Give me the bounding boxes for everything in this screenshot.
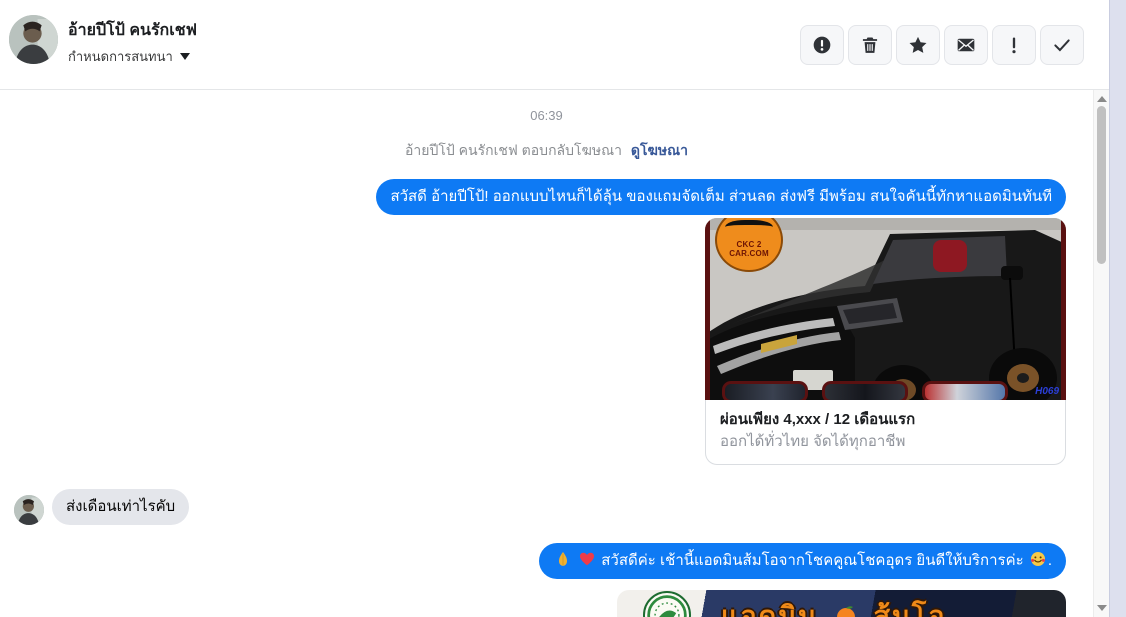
ad-title: ผ่อนเพียง 4,xxx / 12 เดือนแรก [720, 411, 916, 428]
ad-subtitle: ออกได้ทั่วไทย จัดได้ทุกอาชีพ [720, 433, 906, 450]
ad-card[interactable]: ผ่อนเพียง 4,xxx / 12 เดือนแรก ออกได้ทั่ว… [705, 400, 1066, 465]
folded-hands-emoji [555, 551, 571, 567]
schedule-label: กำหนดการสนทนา [68, 49, 173, 64]
bottom-image-caption: แอดมิน ส้มโอ [721, 594, 946, 617]
outgoing-message-greeting: สวัสดี อ้ายปีโป้! ออกแบบไหนก็ได้ลุ้น ของ… [376, 179, 1066, 215]
scroll-up-arrow[interactable] [1097, 96, 1107, 102]
contact-avatar-small [14, 495, 44, 525]
delete-button[interactable] [848, 25, 892, 65]
red-heart-emoji [579, 551, 595, 567]
ad-attachment[interactable]: CKC 2 CAR.COM H069 ผ่อนเพียง 4,xxx / 12 … [705, 218, 1066, 465]
car-swoosh-icon [725, 220, 773, 234]
check-icon [1054, 39, 1070, 52]
contact-identity: อ้ายปีโป้ คนรักเชฟ กำหนดการสนทนา [68, 20, 197, 67]
tangerine-emoji [834, 603, 858, 617]
flag-button[interactable] [992, 25, 1036, 65]
messenger-window: อ้ายปีโป้ คนรักเชฟ กำหนดการสนทนา 06:39 อ… [0, 0, 1126, 617]
star-button[interactable] [896, 25, 940, 65]
scrollbar[interactable] [1093, 90, 1109, 617]
star-icon [909, 36, 927, 53]
report-button[interactable] [800, 25, 844, 65]
dealer-green-logo [643, 591, 691, 617]
message-suffix: . [1047, 552, 1052, 569]
photo-thumbnail [722, 381, 808, 400]
chevron-down-icon [179, 53, 190, 60]
mark-unread-button[interactable] [944, 25, 988, 65]
photo-thumbnails [705, 379, 1066, 400]
contact-name: อ้ายปีโป้ คนรักเชฟ [68, 22, 197, 39]
message-thread: 06:39 อ้ายปีโป้ คนรักเชฟ ตอบกลับโฆษณา ดู… [0, 90, 1093, 617]
conversation-header: อ้ายปีโป้ คนรักเชฟ กำหนดการสนทนา [0, 0, 1109, 90]
smiling-face-with-hearts-emoji [1030, 551, 1046, 567]
contact-avatar[interactable] [9, 15, 58, 64]
stock-code: H069 [1035, 386, 1059, 397]
system-message-text: อ้ายปีโป้ คนรักเชฟ ตอบกลับโฆษณา [405, 142, 622, 158]
scroll-down-arrow[interactable] [1097, 605, 1107, 611]
outgoing-message-text: สวัสดีค่ะ เช้านี้แอดมินส้มโอจากโชคคูณโชค… [601, 552, 1024, 569]
ad-image[interactable]: CKC 2 CAR.COM H069 [705, 218, 1066, 400]
circle-exclamation-icon [813, 36, 831, 54]
incoming-message: ส่งเดือนเท่าไรคับ [52, 489, 190, 525]
image-attachment-clipped[interactable]: แอดมิน ส้มโอ [617, 590, 1066, 617]
view-ad-link[interactable]: ดูโฆษณา [631, 142, 688, 158]
mark-done-button[interactable] [1040, 25, 1084, 65]
exclamation-icon [1012, 37, 1016, 54]
window-edge-strip [1109, 0, 1126, 617]
photo-thumbnail [822, 381, 908, 400]
photo-thumbnail [922, 381, 1008, 400]
green-emblem-icon [647, 595, 687, 617]
person-silhouette-icon [9, 15, 58, 64]
incoming-message-row: ส่งเดือนเท่าไรคับ [14, 489, 190, 525]
envelope-icon [957, 38, 975, 52]
scrollbar-thumb[interactable] [1097, 106, 1106, 264]
schedule-dropdown[interactable]: กำหนดการสนทนา [68, 46, 197, 67]
header-actions [800, 25, 1084, 65]
photo-frame-left [705, 218, 710, 400]
trash-icon [862, 37, 878, 53]
system-message: อ้ายปีโป้ คนรักเชฟ ตอบกลับโฆษณา ดูโฆษณา [0, 140, 1093, 162]
caption-part-1: แอดมิน [721, 601, 819, 617]
timestamp: 06:39 [530, 108, 563, 123]
photo-frame-right [1061, 218, 1066, 400]
outgoing-message-admin: สวัสดีค่ะ เช้านี้แอดมินส้มโอจากโชคคูณโชค… [538, 543, 1066, 579]
dealer-logo-text: CKC 2 CAR.COM [729, 240, 769, 258]
person-silhouette-icon [14, 495, 44, 525]
caption-part-2: ส้มโอ [873, 601, 947, 617]
